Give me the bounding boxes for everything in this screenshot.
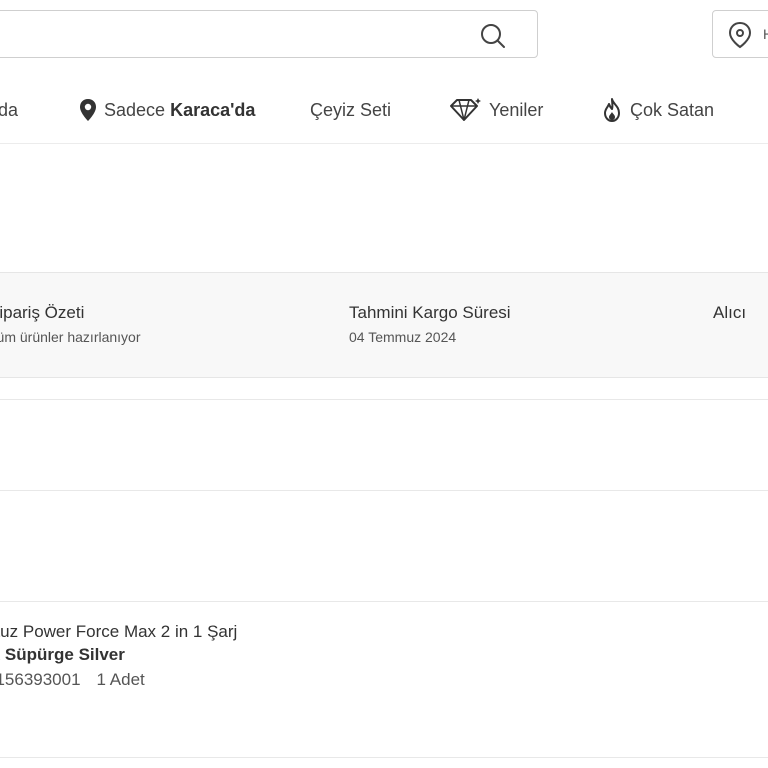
- nav-item-sadece-karaca[interactable]: Sadece Karaca'da: [78, 88, 255, 132]
- product-name[interactable]: ntuz Power Force Max 2 in 1 Şarj ik Süpü…: [0, 620, 237, 666]
- product-price: L: [0, 692, 237, 712]
- nav-item-yeniler[interactable]: Yeniler: [447, 88, 543, 132]
- search-icon[interactable]: [479, 22, 507, 50]
- location-pin-icon: [80, 99, 96, 121]
- order-summary-column: Sipariş Özeti Tüm ürünler hazırlanıyor: [0, 303, 141, 345]
- product-meta: 0156393001 1 Adet: [0, 670, 237, 690]
- product-code: 0156393001: [0, 670, 81, 689]
- section-divider: [0, 490, 768, 491]
- recipient-title: Alıcı: [713, 303, 747, 322]
- nav-item-brand: Karaca'da: [170, 99, 256, 120]
- order-summary-title: Sipariş Özeti: [0, 303, 85, 322]
- nav-item-label: Çeyiz Seti: [310, 99, 392, 120]
- section-divider: [0, 601, 768, 602]
- shipping-title: Tahmini Kargo Süresi: [349, 303, 511, 322]
- search-input[interactable]: [0, 10, 538, 58]
- nav-item-label: Yeniler: [489, 99, 544, 120]
- nav-item-label: Sadece: [104, 99, 166, 120]
- product-name-line2: ik Süpürge Silver: [0, 645, 125, 664]
- shipping-date: 04 Temmuz 2024: [349, 329, 457, 345]
- section-divider: [0, 399, 768, 400]
- order-detail-page: H da Sadece Karaca'da Çeyiz Seti Yeniler: [0, 0, 768, 768]
- nav-item-label: da: [0, 99, 19, 120]
- order-summary-band: Sipariş Özeti Tüm ürünler hazırlanıyor T…: [0, 272, 768, 378]
- order-status: Tüm ürünler hazırlanıyor: [0, 329, 141, 345]
- location-button[interactable]: H: [712, 10, 768, 58]
- location-pin-icon: [728, 21, 752, 49]
- category-nav: da Sadece Karaca'da Çeyiz Seti Yeniler Ç…: [0, 88, 768, 132]
- location-label: H: [763, 26, 768, 42]
- flame-icon: [604, 98, 620, 122]
- product-quantity: 1 Adet: [96, 670, 145, 689]
- diamond-sparkle-icon: [450, 98, 481, 121]
- nav-item-label: Çok Satan: [630, 99, 715, 120]
- nav-item-ceyiz-seti[interactable]: Çeyiz Seti: [310, 88, 391, 132]
- recipient-column: Alıcı: [713, 303, 746, 323]
- nav-item-partial[interactable]: da: [0, 88, 18, 132]
- section-divider: [0, 757, 768, 758]
- nav-divider: [0, 143, 768, 144]
- product-item[interactable]: ntuz Power Force Max 2 in 1 Şarj ik Süpü…: [0, 620, 237, 712]
- product-name-line1: ntuz Power Force Max 2 in 1 Şarj: [0, 622, 238, 641]
- nav-item-cok-satan[interactable]: Çok Satan: [600, 88, 714, 132]
- shipping-column: Tahmini Kargo Süresi 04 Temmuz 2024: [349, 303, 511, 345]
